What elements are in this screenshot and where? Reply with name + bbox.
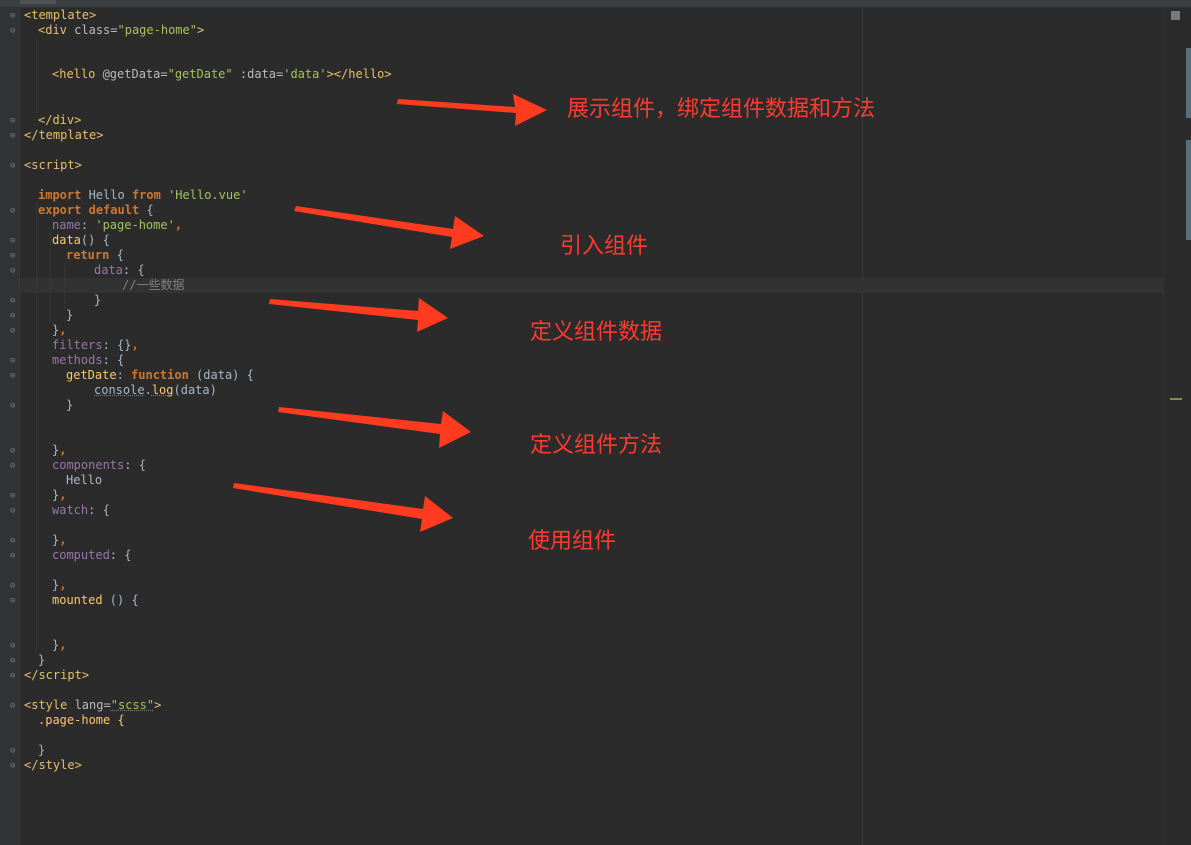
annotation-label: 展示组件，绑定组件数据和方法: [567, 97, 876, 122]
annotation-label: 定义组件数据: [530, 320, 663, 345]
arrow-shape: [233, 483, 453, 532]
annotation-label: 定义组件方法: [530, 433, 663, 458]
arrow-shape: [278, 407, 471, 448]
arrow-shape: [269, 298, 448, 332]
annotation-arrows: [233, 94, 547, 532]
annotation-label: 使用组件: [528, 529, 617, 554]
arrow-shape: [397, 94, 547, 126]
annotation-label: 引入组件: [560, 234, 649, 259]
arrow-shape: [294, 206, 484, 249]
